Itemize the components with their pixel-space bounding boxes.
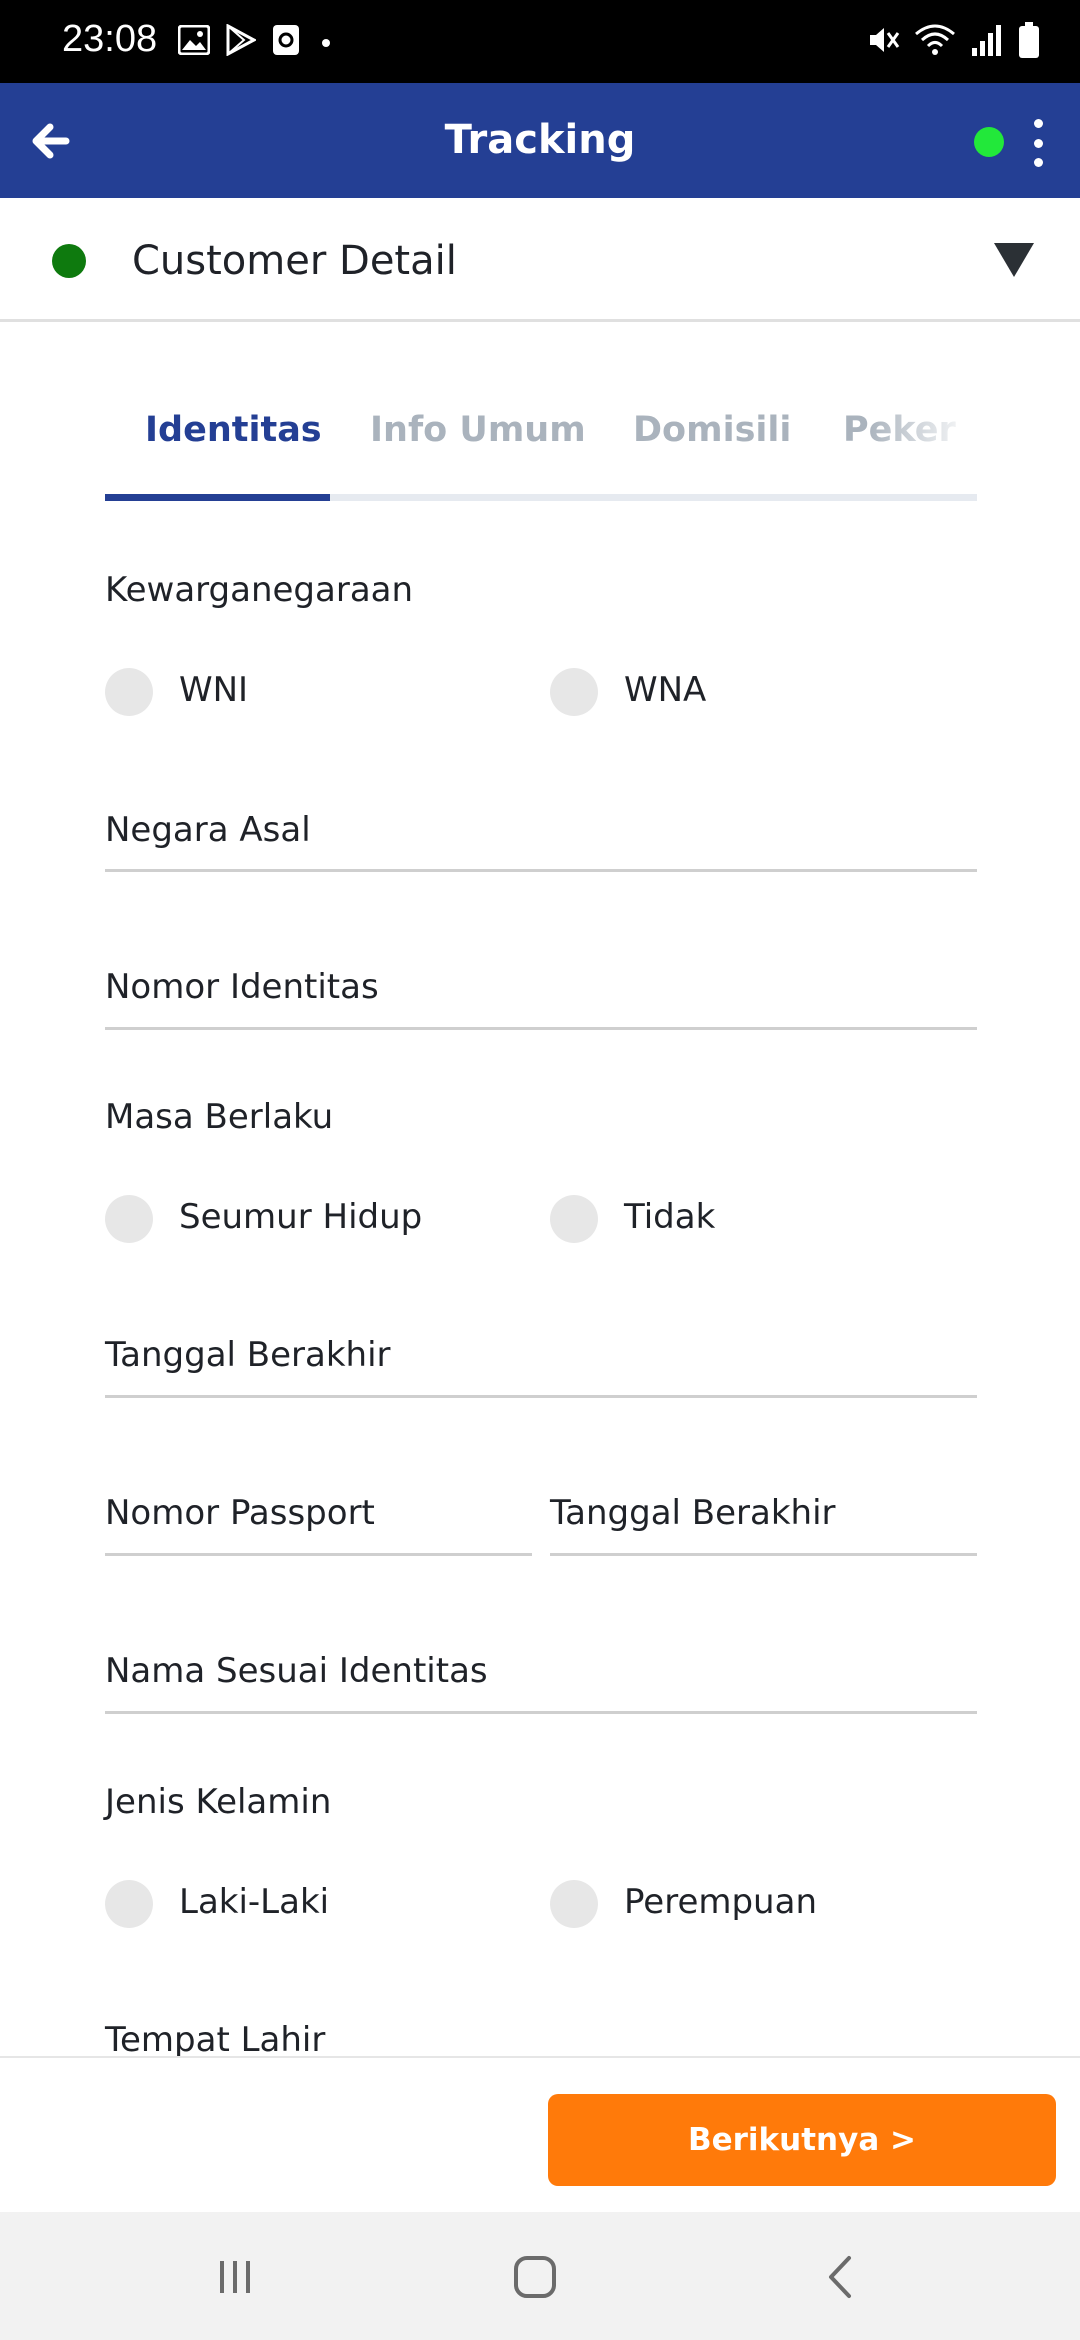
radio-perempuan[interactable] <box>550 1880 598 1928</box>
battery-icon <box>1018 21 1040 63</box>
radio-wna[interactable] <box>550 668 598 716</box>
tab-bar: Identitas Info Umum Domisili Peker <box>105 398 977 506</box>
radio-tidak-label: Tidak <box>624 1197 716 1237</box>
app-bar: Tracking <box>0 83 1080 198</box>
negara-asal-label: Negara Asal <box>105 810 311 850</box>
bottom-action-bar: Berikutnya > <box>0 2056 1080 2214</box>
nama-sesuai-identitas-field[interactable]: Nama Sesuai Identitas <box>105 1651 977 1714</box>
tanggal-berakhir-label: Tanggal Berakhir <box>105 1335 391 1375</box>
radio-seumur-hidup-label: Seumur Hidup <box>179 1197 423 1237</box>
radio-seumur-hidup[interactable] <box>105 1195 153 1243</box>
radio-laki-laki-label: Laki-Laki <box>179 1882 330 1922</box>
back-icon <box>829 2256 851 2298</box>
status-indicator <box>974 127 1004 157</box>
tab-indicator <box>105 494 330 501</box>
masa-berlaku-label: Masa Berlaku <box>105 1097 334 1137</box>
status-bar: 23:08 <box>0 0 1080 83</box>
system-nav-bar <box>0 2212 1080 2340</box>
nama-sesuai-identitas-label: Nama Sesuai Identitas <box>105 1651 488 1691</box>
radio-wni-label: WNI <box>179 670 249 710</box>
tab-identitas[interactable]: Identitas <box>145 410 322 450</box>
overflow-menu-button[interactable] <box>1026 119 1050 167</box>
signal-icon <box>970 22 1004 62</box>
radio-wna-label: WNA <box>624 670 707 710</box>
field-underline <box>105 1711 977 1714</box>
gallery-icon <box>177 24 211 59</box>
kewarganegaraan-label: Kewarganegaraan <box>105 570 414 610</box>
wifi-icon <box>914 22 956 62</box>
status-right-icons <box>866 20 1040 64</box>
play-store-icon <box>226 23 258 60</box>
recent-apps-button[interactable] <box>200 2252 270 2302</box>
nomor-passport-field[interactable]: Nomor Passport <box>105 1493 532 1556</box>
nomor-identitas-label: Nomor Identitas <box>105 967 379 1007</box>
tanggal-berakhir-passport-field[interactable]: Tanggal Berakhir <box>550 1493 977 1556</box>
negara-asal-field[interactable]: Negara Asal <box>105 810 977 872</box>
next-button[interactable]: Berikutnya > <box>548 2094 1056 2186</box>
field-underline <box>105 869 977 872</box>
section-status-indicator <box>52 244 86 278</box>
field-underline <box>550 1553 977 1556</box>
mute-icon <box>866 23 900 61</box>
tanggal-berakhir-passport-label: Tanggal Berakhir <box>550 1493 836 1533</box>
tab-info-umum[interactable]: Info Umum <box>370 410 586 450</box>
jenis-kelamin-label: Jenis Kelamin <box>105 1782 332 1822</box>
more-vertical-icon <box>1033 119 1043 128</box>
tanggal-berakhir-field[interactable]: Tanggal Berakhir <box>105 1335 977 1398</box>
tab-fade <box>867 398 977 478</box>
section-title: Customer Detail <box>132 238 457 284</box>
caret-down-icon[interactable] <box>994 243 1034 277</box>
radio-laki-laki[interactable] <box>105 1880 153 1928</box>
status-left-icons <box>177 23 336 60</box>
dot-icon <box>316 33 336 52</box>
page-title: Tracking <box>444 117 636 163</box>
recent-apps-icon <box>220 2261 250 2293</box>
tab-domisili[interactable]: Domisili <box>633 410 791 450</box>
nomor-passport-label: Nomor Passport <box>105 1493 375 1533</box>
field-underline <box>105 1395 977 1398</box>
home-icon <box>514 2256 556 2298</box>
system-back-button[interactable] <box>805 2252 875 2302</box>
customer-detail-header[interactable]: Customer Detail <box>0 198 1080 322</box>
screen-record-icon <box>272 24 300 60</box>
tempat-lahir-label: Tempat Lahir <box>105 2020 326 2060</box>
field-underline <box>105 1027 977 1030</box>
radio-perempuan-label: Perempuan <box>624 1882 817 1922</box>
radio-wni[interactable] <box>105 668 153 716</box>
field-underline <box>105 1553 532 1556</box>
nomor-identitas-field[interactable]: Nomor Identitas <box>105 967 977 1030</box>
home-button[interactable] <box>500 2252 570 2302</box>
radio-tidak[interactable] <box>550 1195 598 1243</box>
status-time: 23:08 <box>62 18 158 60</box>
